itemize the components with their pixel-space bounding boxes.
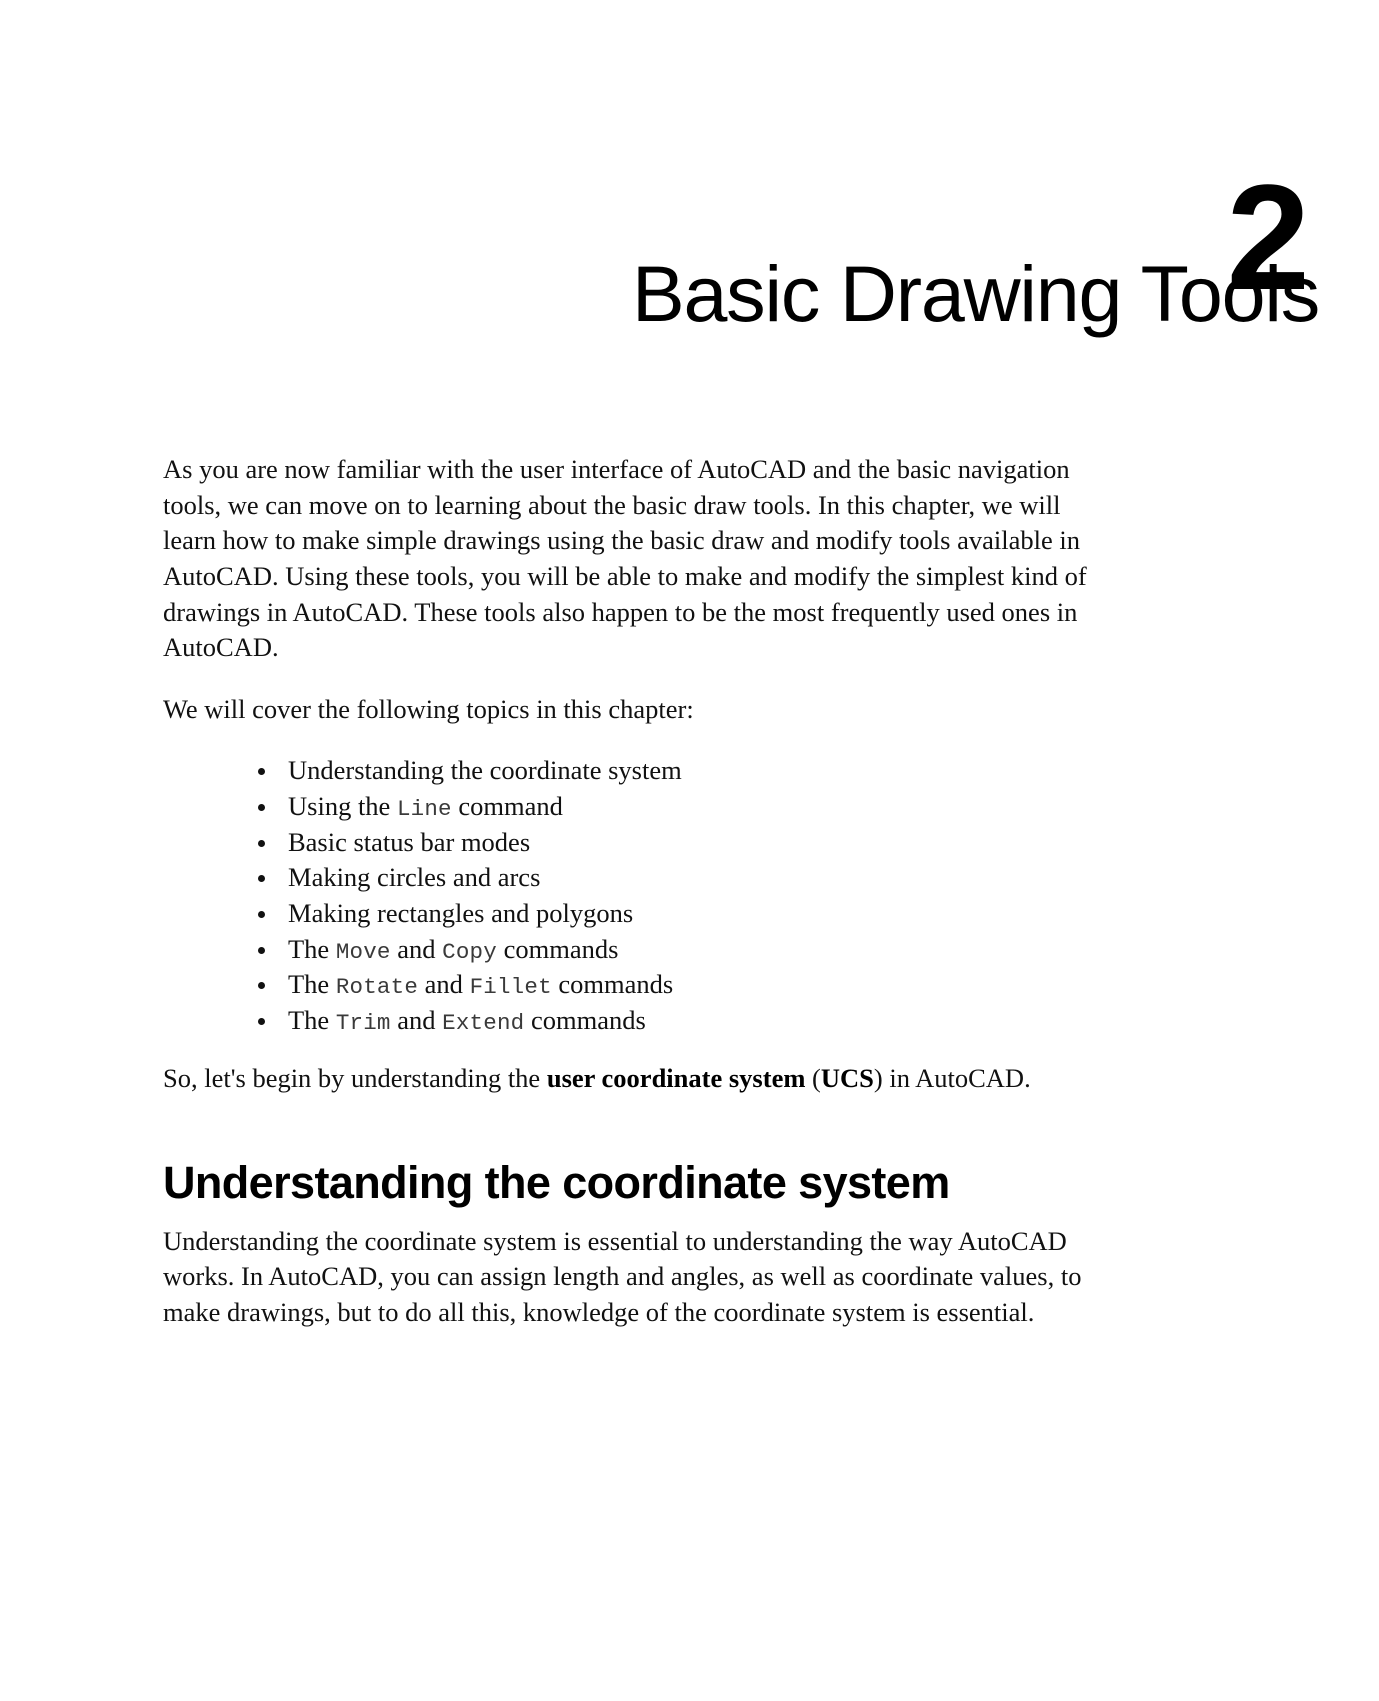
chapter-header: 2 Basic Drawing Tools xyxy=(0,162,1320,338)
bullet-icon xyxy=(258,875,265,883)
topics-list: Understanding the coordinate system Usin… xyxy=(163,753,1108,1038)
command-name-2: Copy xyxy=(442,938,497,965)
book-page: 2 Basic Drawing Tools As you are now fam… xyxy=(0,0,1379,1701)
topic-text-suffix: commands xyxy=(524,1004,646,1035)
bullet-icon xyxy=(258,946,265,954)
topic-text-middle: and xyxy=(390,1004,443,1035)
chapter-title: Basic Drawing Tools xyxy=(631,249,1320,338)
bullet-icon xyxy=(258,982,265,990)
command-name: Line xyxy=(396,796,452,823)
section-paragraph: Understanding the coordinate system is e… xyxy=(163,1225,1082,1328)
command-name: Move xyxy=(335,938,391,965)
page-content: As you are now familiar with the user in… xyxy=(163,452,1108,1357)
intro-paragraph: As you are now familiar with the user in… xyxy=(163,454,1087,663)
topic-text-middle: and xyxy=(418,969,470,1000)
topics-lead-in: We will cover the following topics in th… xyxy=(163,693,694,724)
list-item: The Move and Copy commands xyxy=(163,932,1108,968)
topic-text-suffix: commands xyxy=(551,969,674,1000)
list-item: The Trim and Extend commands xyxy=(163,1003,1108,1039)
bullet-icon xyxy=(258,839,265,847)
topic-text-suffix: command xyxy=(451,791,563,822)
topic-text-middle: and xyxy=(390,933,443,964)
list-item: Making rectangles and polygons xyxy=(163,896,1108,932)
list-item: Basic status bar modes xyxy=(163,825,1108,861)
bullet-icon xyxy=(258,803,265,811)
command-name: Trim xyxy=(335,1009,391,1036)
closing-text-before: So, let's begin by understanding the xyxy=(163,1062,547,1093)
topic-text: The xyxy=(288,969,336,1000)
topic-text-suffix: commands xyxy=(496,933,619,964)
topic-text: Making circles and arcs xyxy=(288,862,541,893)
ucs-term: user coordinate system xyxy=(546,1062,806,1093)
closing-text-middle: ( xyxy=(805,1062,821,1093)
list-item: The Rotate and Fillet commands xyxy=(163,967,1108,1003)
topic-text: Understanding the coordinate system xyxy=(288,755,682,786)
section-heading: Understanding the coordinate system xyxy=(163,1157,950,1209)
list-item: Making circles and arcs xyxy=(163,860,1108,896)
closing-text-after: ) in AutoCAD. xyxy=(873,1062,1031,1093)
topic-text: Basic status bar modes xyxy=(288,826,531,857)
topic-text: The xyxy=(288,933,336,964)
list-item: Understanding the coordinate system xyxy=(163,753,1108,789)
topic-text: Making rectangles and polygons xyxy=(288,898,634,929)
bullet-icon xyxy=(258,768,265,776)
command-name-2: Extend xyxy=(442,1009,525,1036)
topic-text: The xyxy=(288,1004,336,1035)
command-name-2: Fillet xyxy=(469,974,552,1001)
command-name: Rotate xyxy=(335,974,419,1001)
bullet-icon xyxy=(258,910,265,918)
closing-paragraph: So, let's begin by understanding the use… xyxy=(163,1061,1108,1097)
list-item: Using the Line command xyxy=(163,789,1108,825)
bullet-icon xyxy=(258,1017,265,1025)
topic-text: Using the xyxy=(288,791,397,822)
ucs-acronym: UCS xyxy=(820,1062,874,1093)
